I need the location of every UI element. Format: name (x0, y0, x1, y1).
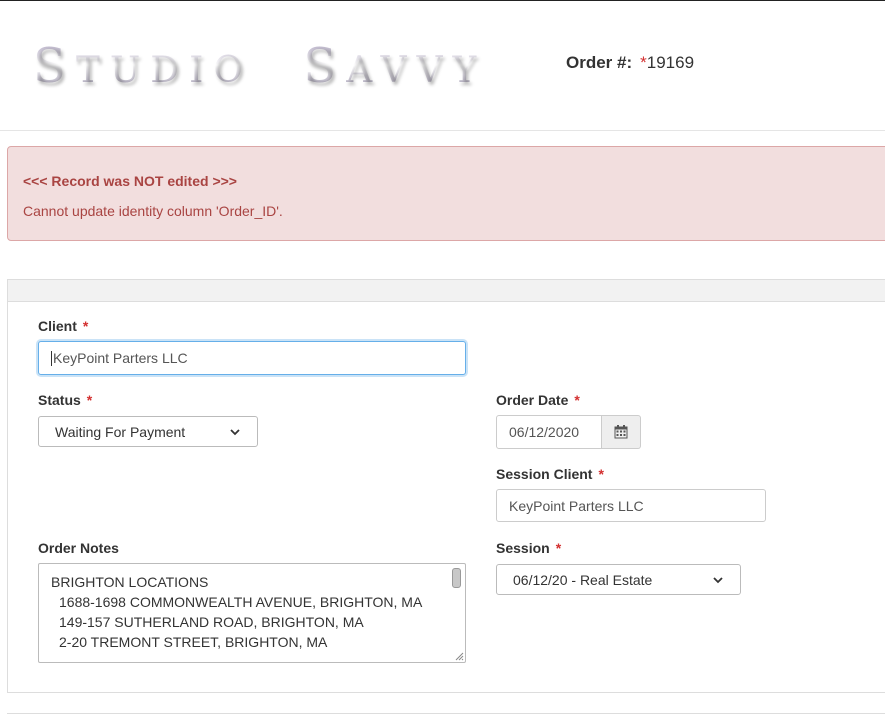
chevron-down-icon (713, 576, 723, 583)
order-number-value: 19169 (646, 53, 695, 72)
next-panel-edge (7, 713, 885, 714)
session-select[interactable]: 06/12/20 - Real Estate (496, 564, 741, 595)
order-required-mark: * (640, 53, 647, 72)
status-select[interactable]: Waiting For Payment (38, 416, 258, 447)
session-client-label: Session Client * (496, 466, 604, 482)
order-notes-scrollbar[interactable] (452, 568, 461, 588)
session-client-input[interactable]: KeyPoint Parters LLC (496, 489, 766, 522)
order-date-input[interactable]: 06/12/2020 (496, 415, 602, 449)
order-date-required-mark: * (574, 392, 580, 408)
status-required-mark: * (86, 392, 93, 408)
text-cursor (51, 350, 52, 366)
calendar-button[interactable] (602, 415, 641, 449)
status-label: Status * (38, 392, 93, 408)
order-number: Order #: *19169 (566, 53, 694, 73)
error-alert: <<< Record was NOT edited >>> Cannot upd… (7, 146, 885, 241)
calendar-icon (614, 425, 628, 439)
order-notes-line: 2-20 TREMONT STREET, BRIGHTON, MA (59, 634, 328, 650)
client-input[interactable]: KeyPoint Parters LLC (38, 341, 466, 375)
order-date-label: Order Date * (496, 392, 580, 408)
order-notes-textarea[interactable]: BRIGHTON LOCATIONS 1688-1698 COMMONWEALT… (38, 563, 466, 663)
alert-title: <<< Record was NOT edited >>> (23, 173, 237, 189)
client-required-mark: * (82, 318, 89, 334)
resize-handle-icon[interactable] (454, 651, 464, 661)
chevron-down-icon (230, 428, 240, 435)
page-header: STUDIO SAVVY Order #: *19169 (0, 1, 885, 131)
studio-savvy-logo: STUDIO SAVVY (33, 34, 486, 103)
alert-message: Cannot update identity column 'Order_ID'… (23, 203, 283, 219)
order-number-label: Order #: (566, 53, 633, 72)
order-notes-line: 149-157 SUTHERLAND ROAD, BRIGHTON, MA (59, 614, 364, 630)
order-notes-line: BRIGHTON LOCATIONS (51, 574, 209, 590)
session-client-required-mark: * (598, 466, 604, 482)
order-notes-label: Order Notes (38, 540, 119, 556)
session-label: Session * (496, 540, 562, 556)
order-notes-line: 1688-1698 COMMONWEALTH AVENUE, BRIGHTON,… (59, 594, 423, 610)
client-label: Client * (38, 318, 89, 334)
session-required-mark: * (555, 540, 562, 556)
panel-heading (8, 280, 885, 302)
